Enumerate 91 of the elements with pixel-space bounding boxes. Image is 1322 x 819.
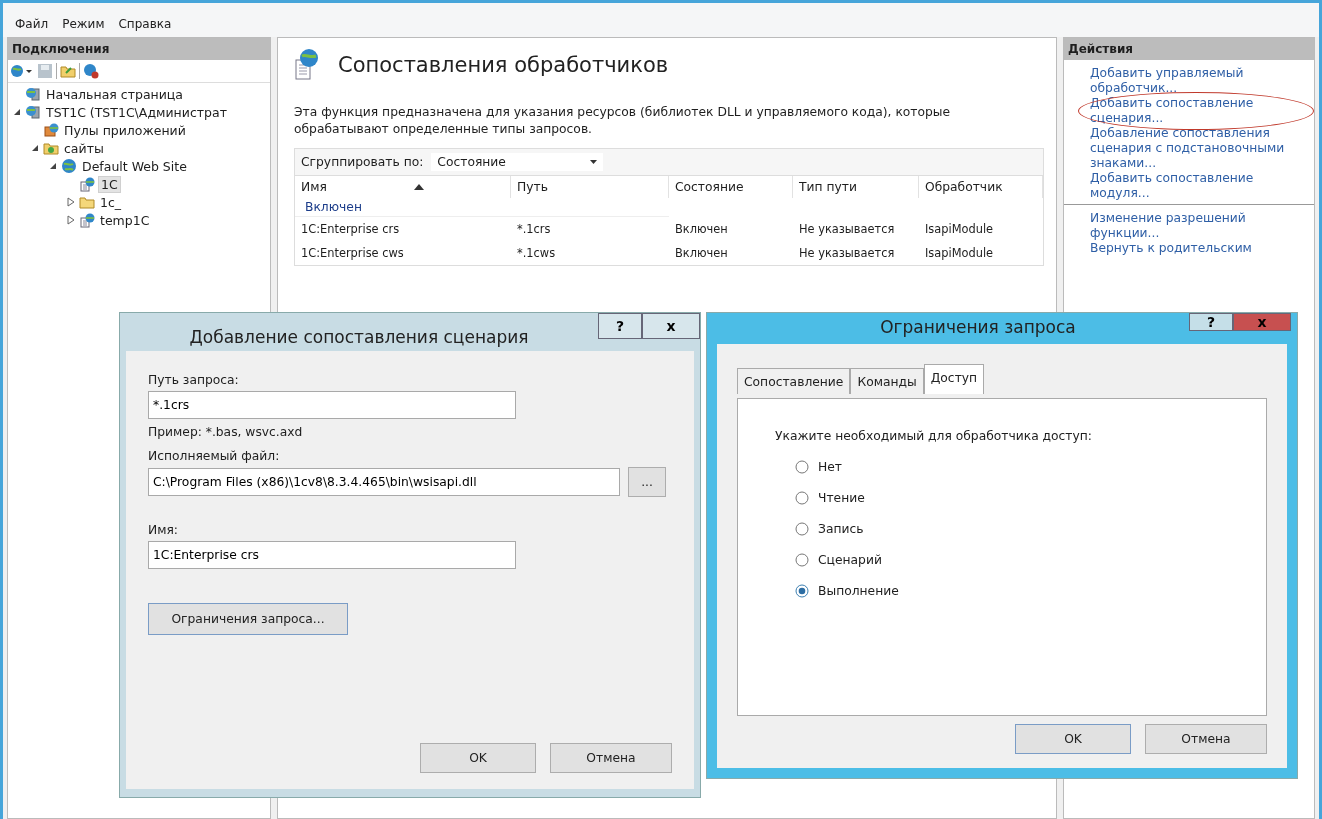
tree-item[interactable]: Default Web Site	[80, 158, 189, 174]
radio-label[interactable]: Выполнение	[818, 584, 899, 598]
expanded-arrow-icon[interactable]	[48, 161, 58, 171]
collapsed-arrow-icon[interactable]	[66, 215, 76, 225]
globe-dropdown-icon[interactable]	[10, 63, 34, 79]
tab[interactable]: Сопоставление	[737, 368, 851, 394]
table-cell-text: Не указывается	[798, 245, 896, 262]
table-cell-text: Не указывается	[798, 221, 896, 238]
radio-button[interactable]	[795, 584, 809, 598]
column-header[interactable]: Имя	[295, 176, 511, 198]
radio-label[interactable]: Нет	[818, 460, 842, 474]
tab[interactable]: Команды	[850, 368, 924, 394]
table-cell-text: Включен	[674, 245, 729, 262]
group-by-label: Сгруппировать по:	[301, 155, 424, 169]
server-icon	[25, 86, 41, 102]
radio-button[interactable]	[795, 460, 809, 474]
table-cell-text: IsapiModule	[924, 245, 995, 262]
radio-label[interactable]: Запись	[818, 522, 864, 536]
table-cell-text: *.1crs	[516, 221, 552, 238]
ok-button[interactable]: OK	[1015, 724, 1131, 754]
help-button[interactable]: ?	[1189, 313, 1233, 331]
executable-field[interactable]: C:\Program Files (x86)\1cv8\8.3.4.465\bin\wsisapi.dll	[148, 468, 620, 496]
close-button[interactable]: x	[642, 313, 700, 339]
pane-header: Действия	[1064, 38, 1314, 60]
tree-item[interactable]: сайты	[62, 140, 106, 156]
radio-button[interactable]	[795, 491, 809, 505]
server-icon	[25, 104, 41, 120]
action-link[interactable]: Добавить управляемый обработчик...	[1090, 66, 1306, 96]
column-header[interactable]: Тип пути	[793, 176, 919, 198]
action-link[interactable]: Добавление сопоставления сценария с подстановочными знаками...	[1090, 126, 1306, 171]
folder-arrow-icon[interactable]	[60, 63, 76, 79]
table-cell-text: 1C:Enterprise crs	[300, 221, 401, 238]
field-label: Имя:	[148, 523, 180, 537]
column-header[interactable]: Состояние	[669, 176, 793, 198]
globe-page-icon	[294, 48, 320, 82]
globe-disconnect-icon[interactable]	[83, 63, 99, 79]
expanded-arrow-icon[interactable]	[30, 143, 40, 153]
action-link[interactable]: Добавить сопоставление сценария...	[1090, 96, 1306, 126]
folder-icon	[43, 140, 59, 156]
menu-item[interactable]: Файл	[15, 17, 49, 31]
request-restrictions-button[interactable]: Ограничения запроса...	[148, 603, 348, 635]
group-header[interactable]: Включен	[295, 198, 669, 217]
column-header[interactable]: Путь	[511, 176, 669, 198]
tree-item[interactable]: 1c_	[98, 194, 124, 210]
expanded-arrow-icon[interactable]	[12, 107, 22, 117]
tree-item[interactable]: Начальная страница	[44, 86, 185, 102]
table-cell-text: Включен	[674, 221, 729, 238]
cancel-button[interactable]: Отмена	[1145, 724, 1267, 754]
browse-button[interactable]: ...	[628, 467, 666, 497]
dialog-title: Ограничения запроса	[879, 316, 1077, 337]
close-button[interactable]: x	[1233, 313, 1291, 331]
tab[interactable]: Доступ	[923, 364, 985, 394]
field-label: Исполняемый файл:	[148, 449, 281, 463]
pool-icon	[43, 122, 59, 138]
feature-description: Эта функция предназначена для указания ресурсов (библиотек DLL и управляемого кода), которые обрабатывают определенные типы запросов.	[294, 104, 952, 138]
globe-icon	[61, 158, 77, 174]
table-cell-text: *.1cws	[516, 245, 557, 262]
cancel-button[interactable]: Отмена	[550, 743, 672, 773]
collapsed-arrow-icon[interactable]	[66, 197, 76, 207]
menu-item[interactable]: Справка	[118, 17, 172, 31]
tree-item[interactable]: 1C	[98, 175, 121, 193]
globe-page-icon	[79, 212, 95, 228]
action-link[interactable]: Вернуть к родительским	[1090, 241, 1252, 256]
field-label: Путь запроса:	[148, 373, 240, 387]
group-by-dropdown[interactable]: Состояние	[431, 153, 604, 171]
tree-item[interactable]: temp1C	[98, 212, 152, 228]
dialog-title: Добавление сопоставления сценария	[188, 326, 530, 347]
example-hint: Пример: *.bas, wsvc.axd	[148, 425, 304, 439]
pane-header: Подключения	[8, 38, 270, 60]
column-header[interactable]: Обработчик	[919, 176, 1043, 198]
menu-item[interactable]: Режим	[62, 17, 105, 31]
radio-label[interactable]: Сценарий	[818, 553, 882, 567]
access-prompt: Укажите необходимый для обработчика доступ:	[775, 429, 1093, 443]
ok-button[interactable]: OK	[420, 743, 536, 773]
radio-button[interactable]	[795, 522, 809, 536]
action-link[interactable]: Изменение разрешений функции...	[1090, 211, 1306, 241]
caret-icon	[590, 160, 598, 164]
table-cell-text: IsapiModule	[924, 221, 995, 238]
folder-icon	[79, 194, 95, 210]
request-path-field[interactable]: *.1crs	[148, 391, 516, 419]
action-link[interactable]: Добавить сопоставление модуля...	[1090, 171, 1306, 201]
page-title: Сопоставления обработчиков	[338, 53, 669, 77]
globe-page-icon	[79, 176, 95, 192]
help-button[interactable]: ?	[598, 313, 642, 339]
table-cell-text: 1C:Enterprise cws	[300, 245, 405, 262]
tree-item[interactable]: Пулы приложений	[62, 122, 188, 138]
tree-item[interactable]: TST1C (TST1C\Администрат	[44, 104, 229, 120]
sort-arrow-icon	[414, 184, 424, 190]
radio-button[interactable]	[795, 553, 809, 567]
name-field[interactable]: 1C:Enterprise crs	[148, 541, 516, 569]
radio-label[interactable]: Чтение	[818, 491, 865, 505]
